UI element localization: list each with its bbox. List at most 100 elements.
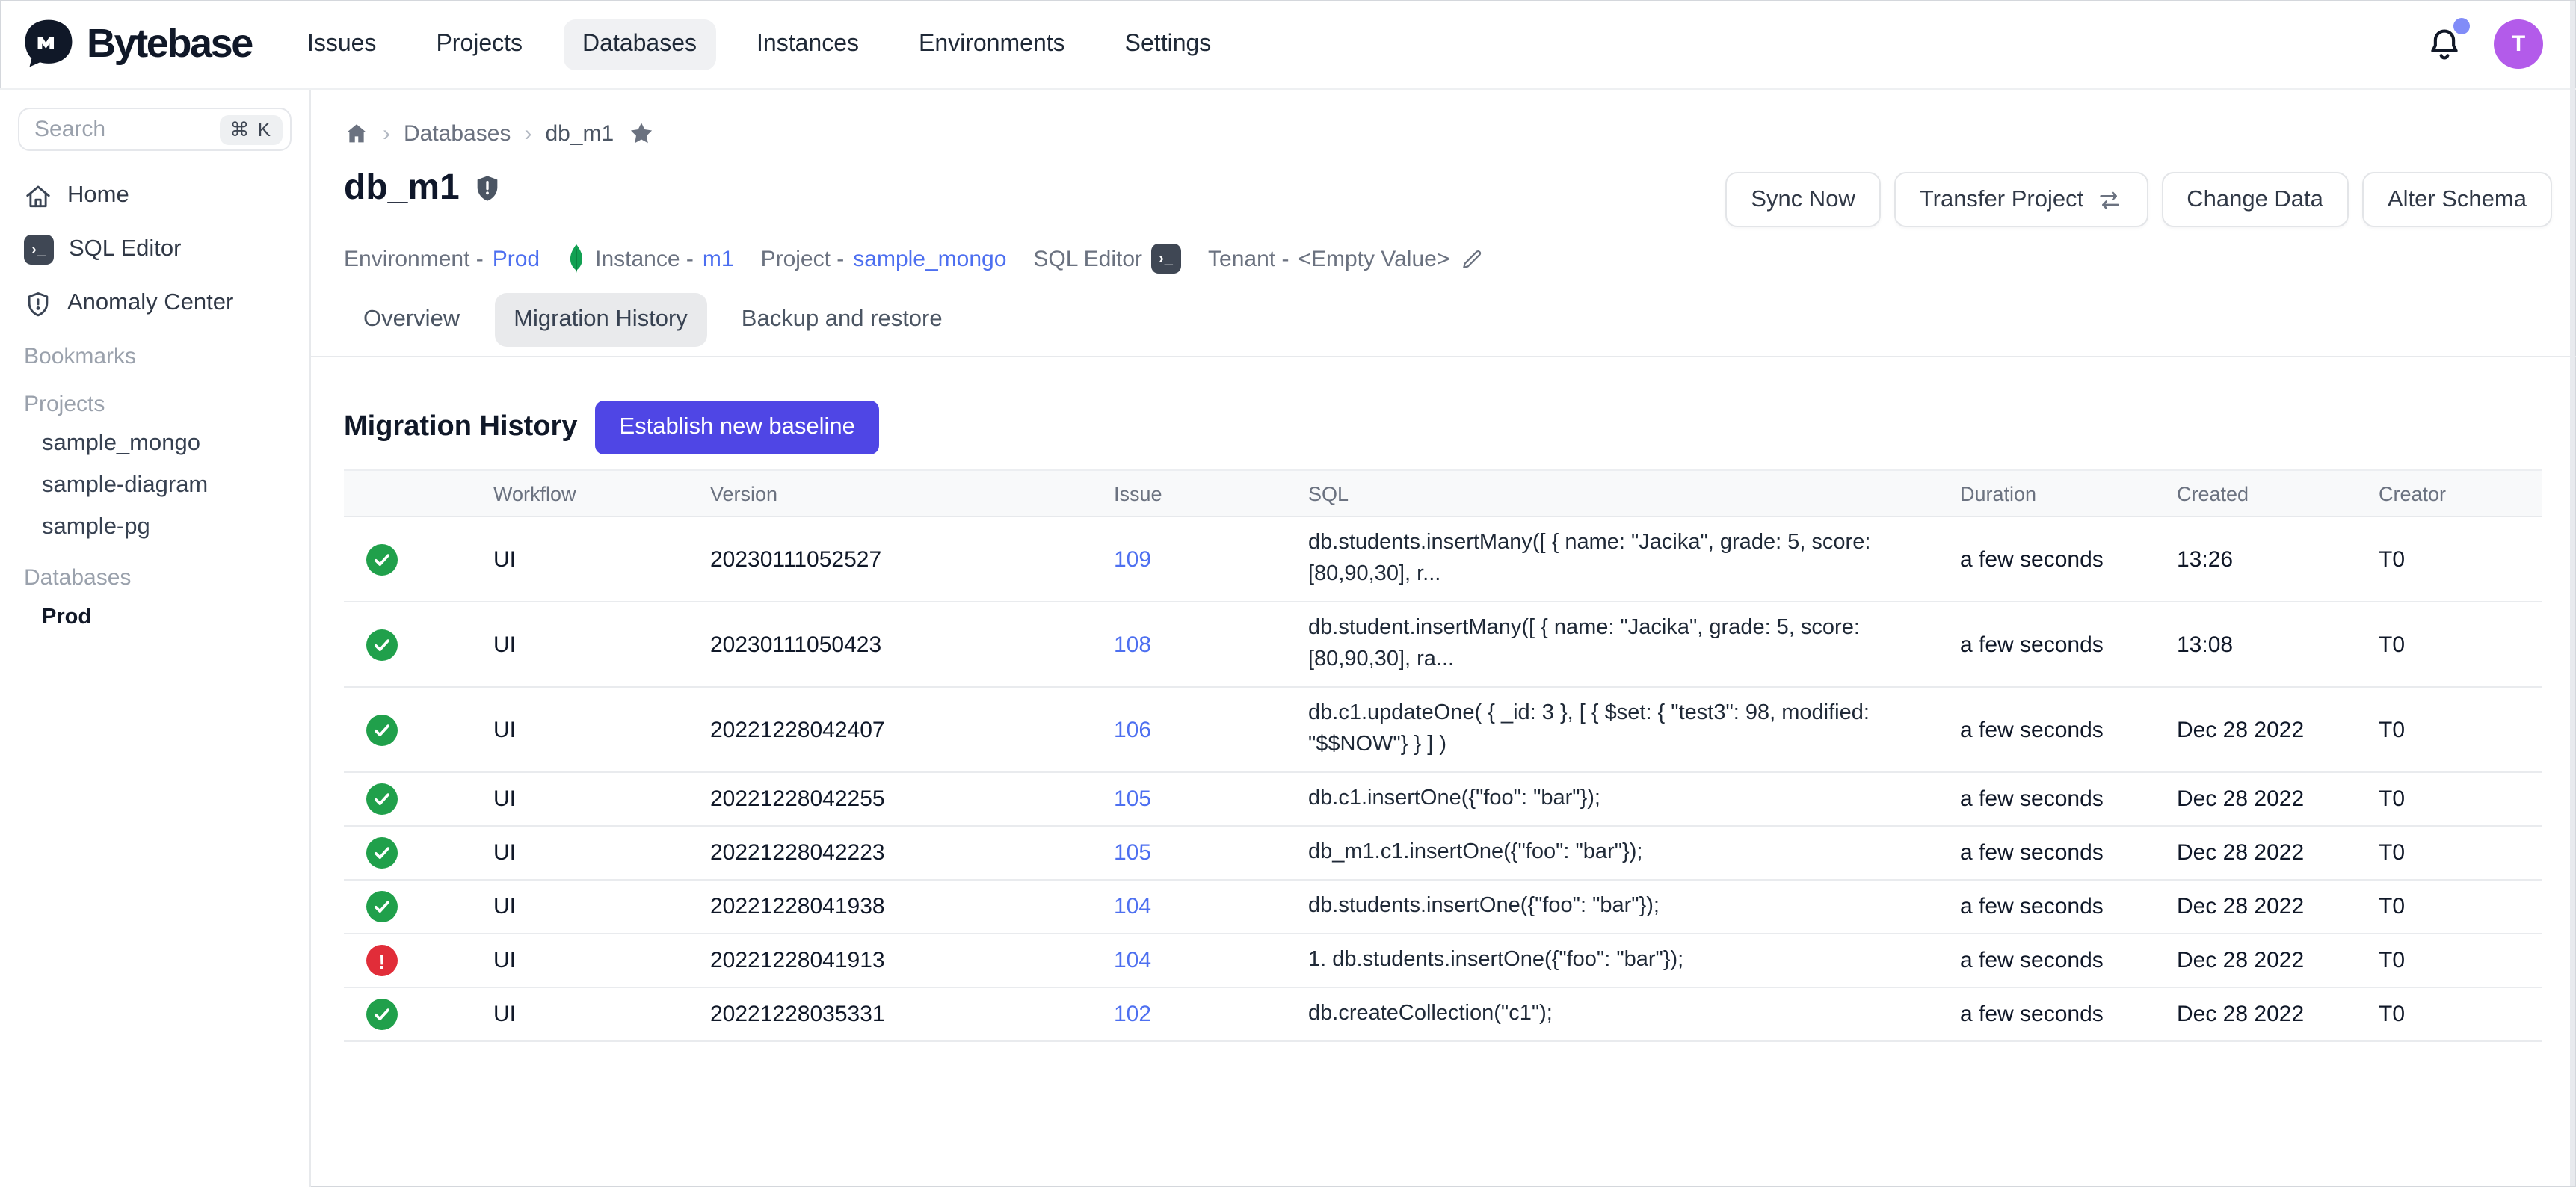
issue-link[interactable]: 106 <box>1114 717 1151 742</box>
favorite-star-icon[interactable] <box>627 120 654 147</box>
migration-row[interactable]: ! UI 20221228041913 104 1. db.students.i… <box>344 934 2542 987</box>
sidebar-item-sql-editor[interactable]: ›_ SQL Editor <box>0 229 309 271</box>
migration-row[interactable]: ! UI 20221228042223 105 db_m1.c1.insertO… <box>344 826 2542 880</box>
version-cell: 20221228042255 <box>695 772 1099 826</box>
bytebase-logo-icon <box>21 16 76 72</box>
created-cell: 13:26 <box>2162 517 2364 602</box>
table-header-cell: SQL <box>1293 470 1945 517</box>
migration-row[interactable]: ! UI 20230111050423 108 db.student.inser… <box>344 602 2542 687</box>
scrollbar-track[interactable] <box>2570 1 2575 1186</box>
home-breadcrumb-icon[interactable] <box>344 120 369 146</box>
creator-cell: T0 <box>2364 880 2542 934</box>
sidebar-item-label: Anomaly Center <box>67 290 233 317</box>
action-button[interactable]: Alter Schema <box>2362 172 2552 227</box>
sql-cell: db.c1.insertOne({"foo": "bar"}); <box>1293 772 1945 826</box>
duration-cell: a few seconds <box>1945 687 2162 772</box>
migration-row[interactable]: ! UI 20221228042407 106 db.c1.updateOne(… <box>344 687 2542 772</box>
action-button[interactable]: Change Data <box>2161 172 2349 227</box>
created-cell: Dec 28 2022 <box>2162 772 2364 826</box>
sql-editor-chip-icon[interactable]: ›_ <box>1151 244 1181 274</box>
issue-link[interactable]: 102 <box>1114 1002 1151 1027</box>
environment-link[interactable]: Prod <box>493 246 540 271</box>
tab[interactable]: Migration History <box>494 293 707 347</box>
sidebar-project-item[interactable]: sample_mongo <box>0 423 309 465</box>
sql-editor-icon: ›_ <box>24 235 54 265</box>
version-cell: 20221228041938 <box>695 880 1099 934</box>
notification-bell-icon[interactable] <box>2425 25 2464 64</box>
sidebar-item-anomaly-center[interactable]: Anomaly Center <box>0 283 309 324</box>
migration-row[interactable]: ! UI 20221228042255 105 db.c1.insertOne(… <box>344 772 2542 826</box>
workflow-cell: UI <box>478 687 695 772</box>
edit-pencil-icon[interactable] <box>1458 246 1484 271</box>
nav-item[interactable]: Issues <box>288 19 396 70</box>
creator-cell: T0 <box>2364 602 2542 687</box>
sql-cell: 1. db.students.insertOne({"foo": "bar"})… <box>1293 934 1945 987</box>
status-icon: ! <box>366 891 398 922</box>
status-cell: ! <box>344 602 478 687</box>
mongodb-leaf-icon <box>567 244 586 274</box>
user-avatar[interactable]: T <box>2494 19 2543 69</box>
version-cell: 20221228035331 <box>695 987 1099 1041</box>
breadcrumb-databases[interactable]: Databases <box>404 120 511 146</box>
action-button[interactable]: Sync Now <box>1725 172 1881 227</box>
issue-link[interactable]: 105 <box>1114 786 1151 812</box>
issue-link[interactable]: 104 <box>1114 948 1151 973</box>
sidebar-section-bookmarks: Bookmarks <box>0 336 309 375</box>
bytebase-logo[interactable]: Bytebase <box>21 16 252 72</box>
sidebar-database-item[interactable]: Prod <box>0 596 309 638</box>
workflow-cell: UI <box>478 987 695 1041</box>
nav-item[interactable]: Settings <box>1106 19 1231 70</box>
creator-cell: T0 <box>2364 934 2542 987</box>
sql-cell: db.createCollection("c1"); <box>1293 987 1945 1041</box>
migration-row[interactable]: ! UI 20230111052527 109 db.students.inse… <box>344 517 2542 602</box>
instance-link[interactable]: m1 <box>703 246 734 271</box>
sql-cell: db_m1.c1.insertOne({"foo": "bar"}); <box>1293 826 1945 880</box>
establish-baseline-button[interactable]: Establish new baseline <box>595 401 878 454</box>
project-link[interactable]: sample_mongo <box>853 246 1006 271</box>
nav-item[interactable]: Instances <box>737 19 878 70</box>
sidebar-project-item[interactable]: sample-diagram <box>0 465 309 507</box>
table-header-cell: Creator <box>2364 470 2542 517</box>
status-cell: ! <box>344 826 478 880</box>
status-icon: ! <box>366 714 398 745</box>
creator-cell: T0 <box>2364 517 2542 602</box>
table-header-cell: Workflow <box>478 470 695 517</box>
sidebar-item-label: Home <box>67 182 129 209</box>
migration-row[interactable]: ! UI 20221228041938 104 db.students.inse… <box>344 880 2542 934</box>
migration-row[interactable]: ! UI 20221228035331 102 db.createCollect… <box>344 987 2542 1041</box>
status-cell: ! <box>344 987 478 1041</box>
sql-cell: db.student.insertMany([ { name: "Jacika"… <box>1293 602 1945 687</box>
issue-link[interactable]: 109 <box>1114 546 1151 572</box>
database-tabs: Overview Migration History Backup and rest… <box>311 275 2576 347</box>
nav-item[interactable]: Projects <box>416 19 542 70</box>
nav-item[interactable]: Environments <box>899 19 1085 70</box>
duration-cell: a few seconds <box>1945 934 2162 987</box>
action-button-label: Transfer Project <box>1920 186 2083 213</box>
tab[interactable]: Overview <box>344 293 479 347</box>
issue-cell: 105 <box>1099 826 1293 880</box>
search-input[interactable]: Search ⌘ K <box>18 108 292 151</box>
sidebar-section-databases: Databases <box>0 558 309 596</box>
nav-item[interactable]: Databases <box>563 19 716 70</box>
shield-alert-icon <box>24 289 52 318</box>
issue-link[interactable]: 105 <box>1114 840 1151 866</box>
sidebar-project-item[interactable]: sample-pg <box>0 507 309 549</box>
version-cell: 20221228042407 <box>695 687 1099 772</box>
duration-cell: a few seconds <box>1945 987 2162 1041</box>
creator-cell: T0 <box>2364 772 2542 826</box>
issue-cell: 108 <box>1099 602 1293 687</box>
workflow-cell: UI <box>478 880 695 934</box>
issue-link[interactable]: 108 <box>1114 632 1151 657</box>
breadcrumb: › Databases › db_m1 <box>311 90 2576 147</box>
issue-cell: 109 <box>1099 517 1293 602</box>
status-cell: ! <box>344 772 478 826</box>
tab[interactable]: Backup and restore <box>722 293 962 347</box>
issue-link[interactable]: 104 <box>1114 894 1151 919</box>
home-icon <box>24 182 52 210</box>
meta-sql-editor[interactable]: SQL Editor ›_ <box>1033 244 1181 274</box>
action-button[interactable]: Transfer Project <box>1894 172 2148 227</box>
title-row: db_m1 Sync Now <box>311 147 2576 227</box>
sidebar-item-home[interactable]: Home <box>0 175 309 217</box>
tenant-label: Tenant - <box>1208 246 1289 271</box>
action-buttons: Sync Now Transfer Project <box>1725 172 2552 227</box>
